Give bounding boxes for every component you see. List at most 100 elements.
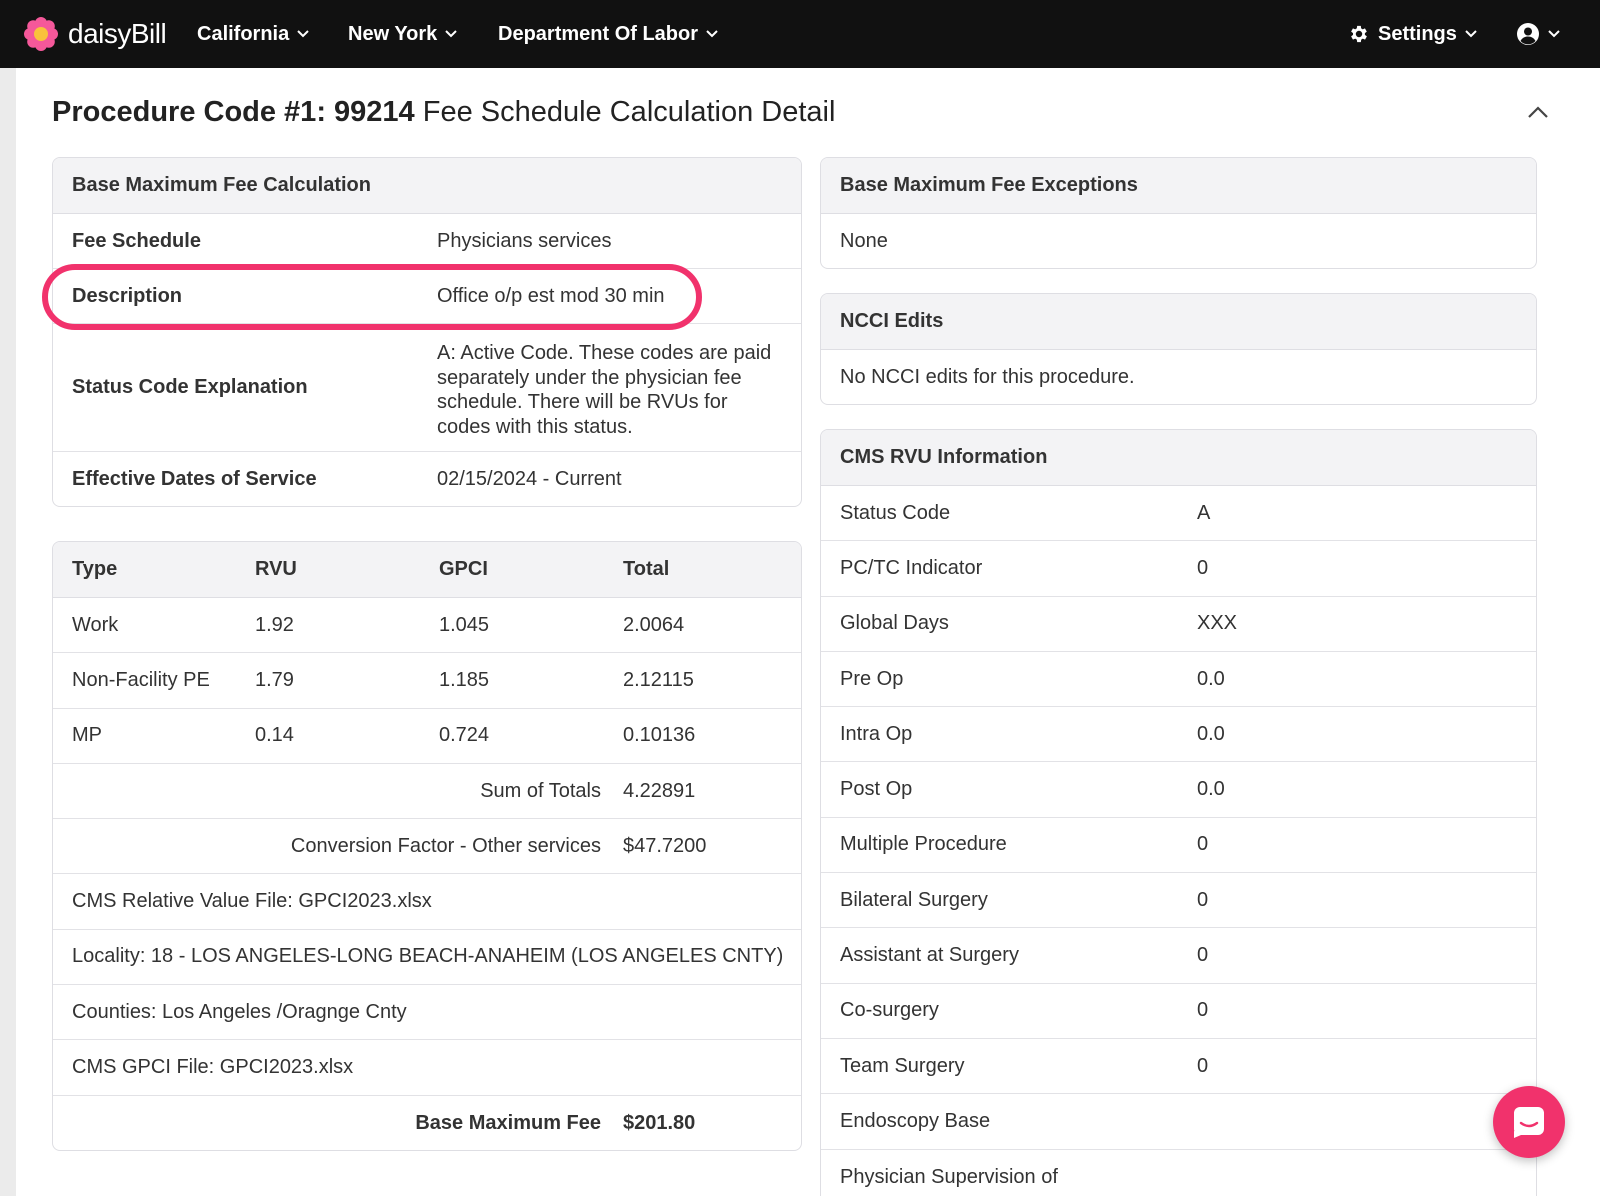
sum-of-totals-row: Sum of Totals 4.22891 (53, 764, 801, 820)
row-label: Team Surgery (840, 1054, 965, 1077)
table-row: Physician Supervision of (821, 1150, 1536, 1196)
table-row: Status Code Explanation A: Active Code. … (53, 324, 801, 452)
row-value: 0.0 (1197, 722, 1225, 745)
table-row: Post Op 0.0 (821, 762, 1536, 818)
panel-heading: NCCI Edits (821, 294, 1536, 350)
brand-name: daisyBill (68, 18, 167, 49)
table-row: None (821, 214, 1536, 268)
cell-total: 2.0064 (623, 613, 685, 636)
brand[interactable]: daisyBill (24, 14, 167, 54)
row-value: 02/15/2024 - Current (437, 468, 622, 490)
page-title-rest: Fee Schedule Calculation Detail (414, 96, 836, 128)
table-row: Bilateral Surgery 0 (821, 873, 1536, 929)
ncci-edits-panel: NCCI Edits No NCCI edits for this proced… (820, 293, 1537, 405)
ncci-value: No NCCI edits for this procedure. (840, 366, 1135, 388)
cell-total: 0.10136 (623, 724, 696, 747)
table-row: Non-Facility PE 1.79 1.185 2.12115 (53, 653, 801, 709)
row-label: Fee Schedule (72, 229, 201, 252)
nav-settings-label: Settings (1378, 22, 1457, 45)
nav-new-york[interactable]: New York (348, 0, 458, 68)
user-avatar-icon (1517, 23, 1539, 45)
row-label: Effective Dates of Service (72, 468, 317, 490)
nav-department-of-labor-label: Department Of Labor (498, 22, 699, 45)
panel-heading: Base Maximum Fee Exceptions (821, 158, 1536, 214)
note-row: CMS Relative Value File: GPCI2023.xlsx (53, 874, 801, 930)
column-header: RVU (255, 558, 297, 580)
gear-icon (1351, 25, 1367, 43)
row-value: 0 (1197, 888, 1209, 911)
chevron-down-icon (1548, 30, 1560, 38)
chevron-up-icon[interactable] (1526, 101, 1550, 125)
base-max-fee-value: $201.80 (623, 1111, 696, 1134)
row-label: PC/TC Indicator (840, 556, 983, 579)
base-max-fee-exceptions-panel: Base Maximum Fee Exceptions None (820, 157, 1537, 269)
note-text: Counties: Los Angeles /Oragnge Cnty (72, 1000, 407, 1023)
row-value: XXX (1197, 612, 1238, 635)
chevron-down-icon (706, 30, 718, 38)
row-label: Assistant at Surgery (840, 944, 1019, 967)
row-value: 0 (1197, 999, 1209, 1022)
chevron-down-icon (445, 30, 458, 38)
row-label: Physician Supervision of (840, 1165, 1058, 1188)
base-max-fee-label: Base Maximum Fee (415, 1111, 601, 1134)
note-text: CMS Relative Value File: GPCI2023.xlsx (72, 890, 432, 913)
cell-rvu: 0.14 (255, 724, 294, 747)
column-header: GPCI (439, 558, 488, 580)
table-row: PC/TC Indicator 0 (821, 541, 1536, 597)
table-row: Status Code A (821, 486, 1536, 542)
row-value: A (1197, 501, 1211, 524)
row-value: 0 (1197, 556, 1209, 579)
chat-icon (1514, 1107, 1544, 1138)
daisy-logo-icon (24, 17, 58, 51)
cell-gpci: 1.185 (439, 668, 490, 691)
nav-california[interactable]: California (197, 0, 309, 68)
table-row: Effective Dates of Service 02/15/2024 - … (53, 452, 801, 506)
row-value: 0 (1197, 833, 1209, 856)
table-row: Endoscopy Base (821, 1094, 1536, 1150)
row-value: A: Active Code. These codes are paid sep… (437, 342, 772, 438)
nav-settings[interactable]: Settings (1348, 0, 1477, 68)
table-row: Co-surgery 0 (821, 984, 1536, 1039)
base-max-fee-calculation-panel: Base Maximum Fee Calculation Fee Schedul… (52, 157, 802, 507)
table-row: Team Surgery 0 (821, 1039, 1536, 1095)
table-row: Work 1.92 1.045 2.0064 (53, 598, 801, 654)
chevron-down-icon (1465, 30, 1477, 38)
table-row: Description Office o/p est mod 30 min (53, 269, 801, 324)
page-title-code: Procedure Code #1: 99214 (52, 96, 415, 128)
note-row: Locality: 18 - LOS ANGELES-LONG BEACH-AN… (53, 930, 801, 986)
table-row: Multiple Procedure 0 (821, 818, 1536, 874)
row-label: Multiple Procedure (840, 833, 1007, 856)
row-label: Description (72, 284, 183, 307)
row-label: Endoscopy Base (840, 1109, 991, 1132)
nav-user-menu[interactable] (1516, 0, 1560, 68)
exceptions-value: None (840, 230, 888, 252)
row-label: Co-surgery (840, 999, 939, 1022)
cell-gpci: 0.724 (439, 724, 490, 747)
cell-rvu: 1.79 (255, 668, 294, 691)
conversion-label: Conversion Factor - Other services (290, 834, 601, 857)
panel-heading: CMS RVU Information (821, 430, 1536, 486)
chevron-down-icon (297, 30, 309, 38)
table-row: Pre Op 0.0 (821, 652, 1536, 708)
note-row: CMS GPCI File: GPCI2023.xlsx (53, 1040, 801, 1096)
row-value: 0.0 (1197, 778, 1225, 801)
row-label: Post Op (840, 778, 913, 801)
top-navbar: daisyBill California New York Department… (0, 0, 1600, 68)
main-content: Procedure Code #1: 99214 Fee Schedule Ca… (16, 68, 1600, 1196)
table-row: Fee Schedule Physicians services (53, 214, 801, 269)
row-label: Status Code (840, 501, 951, 524)
table-row: Assistant at Surgery 0 (821, 928, 1536, 984)
rvu-gpci-table-panel: Type RVU GPCI Total Work 1.92 1.045 2.00… (52, 541, 802, 1151)
table-row: Intra Op 0.0 (821, 707, 1536, 763)
table-row: No NCCI edits for this procedure. (821, 350, 1536, 404)
row-value: Office o/p est mod 30 min (437, 284, 665, 307)
nav-department-of-labor[interactable]: Department Of Labor (498, 0, 718, 68)
table-header-row: Type RVU GPCI Total (53, 542, 801, 598)
conversion-factor-row: Conversion Factor - Other services $47.7… (53, 819, 801, 875)
base-max-fee-row: Base Maximum Fee $201.80 (53, 1096, 801, 1150)
note-text: CMS GPCI File: GPCI2023.xlsx (72, 1056, 354, 1079)
chat-launcher-button[interactable] (1493, 1086, 1565, 1158)
cell-gpci: 1.045 (439, 613, 490, 636)
table-row: Global Days XXX (821, 597, 1536, 652)
row-value: 0.0 (1197, 667, 1225, 690)
